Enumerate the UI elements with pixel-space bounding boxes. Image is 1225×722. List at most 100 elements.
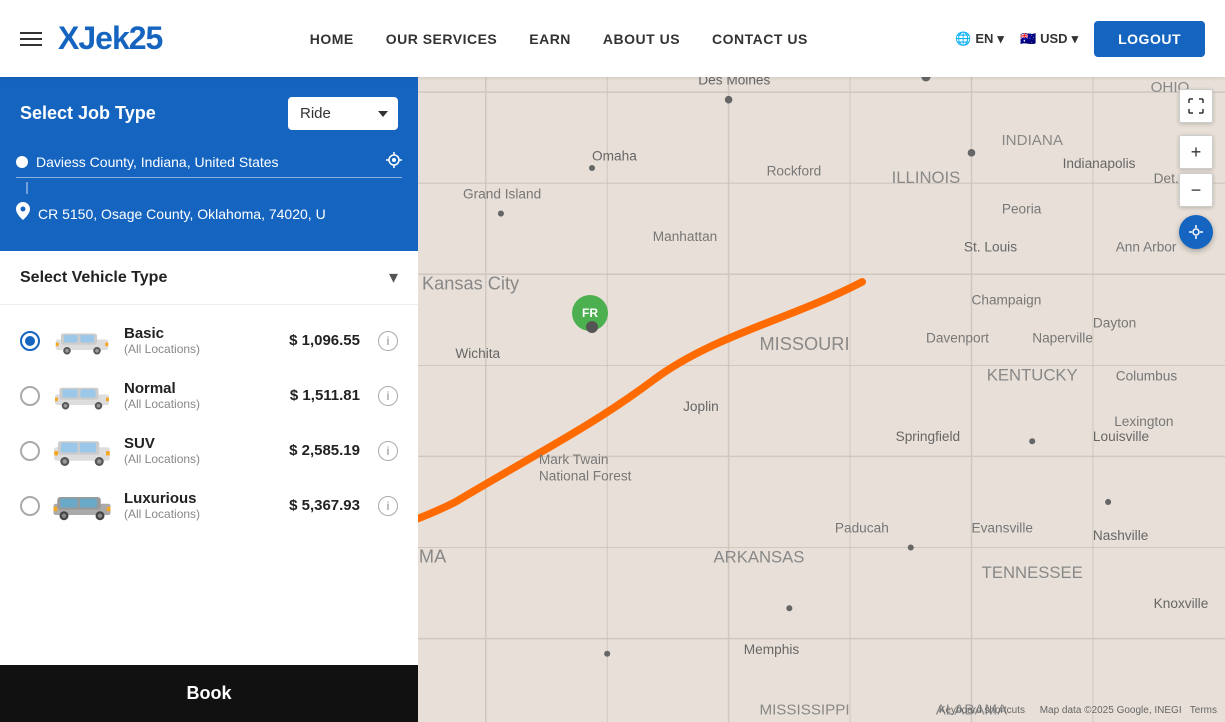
keyboard-shortcuts[interactable]: Keyboard shortcuts <box>939 705 1025 716</box>
normal-info-icon[interactable]: i <box>378 386 398 406</box>
vehicle-type-header[interactable]: Select Vehicle Type ▾ <box>0 251 418 305</box>
svg-text:MISSOURI: MISSOURI <box>760 334 850 354</box>
logout-button[interactable]: LOGOUT <box>1094 21 1205 57</box>
svg-text:Omaha: Omaha <box>592 148 637 163</box>
svg-text:National Forest: National Forest <box>539 469 632 484</box>
basic-info-icon[interactable]: i <box>378 331 398 351</box>
basic-vehicle-info: Basic (All Locations) <box>124 325 277 356</box>
logo-accent: 25 <box>129 20 163 56</box>
gps-icon[interactable] <box>386 152 402 171</box>
currency-label: USD <box>1040 31 1067 46</box>
luxurious-info-icon[interactable]: i <box>378 496 398 516</box>
destination-pin-icon <box>16 202 30 225</box>
vehicle-options: Basic (All Locations) $ 1,096.55 i <box>0 305 418 541</box>
svg-text:MISSISSIPPI: MISSISSIPPI <box>759 701 849 718</box>
luxurious-vehicle-sub: (All Locations) <box>124 507 277 521</box>
normal-car-icon <box>52 381 112 411</box>
book-button[interactable]: Book <box>0 665 418 722</box>
suv-vehicle-name: SUV <box>124 435 277 452</box>
vehicle-option-suv[interactable]: SUV (All Locations) $ 2,585.19 i <box>0 423 418 478</box>
svg-text:Evansville: Evansville <box>971 520 1032 535</box>
svg-text:Champaign: Champaign <box>971 293 1041 308</box>
suv-vehicle-price: $ 2,585.19 <box>289 442 360 459</box>
svg-text:Indianapolis: Indianapolis <box>1063 156 1136 171</box>
suv-vehicle-sub: (All Locations) <box>124 452 277 466</box>
nav-about[interactable]: ABOUT US <box>603 31 680 47</box>
svg-text:Springfield: Springfield <box>896 429 961 444</box>
svg-text:Columbus: Columbus <box>1116 369 1178 384</box>
basic-vehicle-price: $ 1,096.55 <box>289 332 360 349</box>
header: XJek25 HOME OUR SERVICES EARN ABOUT US C… <box>0 0 1225 77</box>
svg-text:Memphis: Memphis <box>744 642 800 657</box>
book-section: Book <box>0 665 418 722</box>
svg-text:Wichita: Wichita <box>455 346 500 361</box>
radio-basic[interactable] <box>20 331 40 351</box>
nav-contact[interactable]: CONTACT US <box>712 31 808 47</box>
from-input-wrapper <box>16 146 402 178</box>
normal-vehicle-price: $ 1,511.81 <box>290 387 360 404</box>
fullscreen-button[interactable] <box>1179 89 1213 123</box>
suv-car-icon <box>52 436 112 466</box>
from-input[interactable] <box>36 154 378 170</box>
currency-flag: 🇦🇺 <box>1020 31 1036 47</box>
minus-icon: − <box>1191 180 1202 201</box>
job-type-select[interactable]: Ride Delivery Courier <box>288 97 398 130</box>
nav-services[interactable]: OUR SERVICES <box>386 31 498 47</box>
location-button[interactable] <box>1179 215 1213 249</box>
hamburger-menu[interactable] <box>20 32 42 46</box>
vehicle-option-luxurious[interactable]: Luxurious (All Locations) $ 5,367.93 i <box>0 478 418 533</box>
suv-info-icon[interactable]: i <box>378 441 398 461</box>
side-panel: Select Job Type Ride Delivery Courier <box>0 77 418 722</box>
suv-vehicle-info: SUV (All Locations) <box>124 435 277 466</box>
logo-text: XJek <box>58 20 129 56</box>
currency-chevron: ▾ <box>1072 31 1079 47</box>
basic-car-icon <box>52 326 112 356</box>
nav-home[interactable]: HOME <box>310 31 354 47</box>
vehicle-option-normal[interactable]: Normal (All Locations) $ 1,511.81 i <box>0 368 418 423</box>
svg-text:Manhattan: Manhattan <box>653 229 718 244</box>
basic-vehicle-sub: (All Locations) <box>124 342 277 356</box>
svg-text:KENTUCKY: KENTUCKY <box>987 366 1078 385</box>
svg-text:Joplin: Joplin <box>683 399 719 414</box>
normal-vehicle-sub: (All Locations) <box>124 397 278 411</box>
zoom-in-button[interactable]: + <box>1179 135 1213 169</box>
svg-text:INDIANA: INDIANA <box>1001 132 1063 149</box>
svg-text:Paducah: Paducah <box>835 520 889 535</box>
chevron-down-icon: ▾ <box>389 267 398 288</box>
job-type-section: Select Job Type Ride Delivery Courier <box>0 77 418 146</box>
to-input[interactable] <box>38 206 402 222</box>
vehicle-section-label: Select Vehicle Type <box>20 269 167 287</box>
svg-text:Dayton: Dayton <box>1093 315 1136 330</box>
plus-icon: + <box>1191 142 1202 163</box>
normal-vehicle-info: Normal (All Locations) <box>124 380 278 411</box>
luxurious-vehicle-name: Luxurious <box>124 490 277 507</box>
header-left: XJek25 <box>20 20 162 57</box>
svg-text:Peoria: Peoria <box>1002 202 1042 217</box>
radio-luxurious[interactable] <box>20 496 40 516</box>
svg-text:Knoxville: Knoxville <box>1154 596 1209 611</box>
language-selector[interactable]: 🌐 EN ▾ <box>955 31 1004 47</box>
zoom-out-button[interactable]: − <box>1179 173 1213 207</box>
logo[interactable]: XJek25 <box>58 20 162 57</box>
currency-selector[interactable]: 🇦🇺 USD ▾ <box>1020 31 1078 47</box>
nav-earn[interactable]: EARN <box>529 31 571 47</box>
terms-link[interactable]: Terms <box>1190 705 1217 716</box>
svg-text:Kansas City: Kansas City <box>422 273 520 293</box>
to-input-wrapper <box>16 196 402 231</box>
svg-text:Des Moines: Des Moines <box>698 77 770 88</box>
radio-normal[interactable] <box>20 386 40 406</box>
vehicle-option-basic[interactable]: Basic (All Locations) $ 1,096.55 i <box>0 313 418 368</box>
job-type-label: Select Job Type <box>20 103 156 124</box>
main-nav: HOME OUR SERVICES EARN ABOUT US CONTACT … <box>310 31 808 47</box>
svg-text:TENNESSEE: TENNESSEE <box>982 563 1083 582</box>
radio-suv[interactable] <box>20 441 40 461</box>
basic-vehicle-name: Basic <box>124 325 277 342</box>
svg-text:St. Louis: St. Louis <box>964 239 1017 254</box>
svg-text:ARKANSAS: ARKANSAS <box>714 548 805 567</box>
svg-text:Naperville: Naperville <box>1032 331 1093 346</box>
luxurious-car-icon <box>52 491 112 521</box>
map-attribution: Map data ©2025 Google, INEGI Terms <box>1040 705 1217 716</box>
luxurious-vehicle-price: $ 5,367.93 <box>289 497 360 514</box>
location-section <box>0 146 418 251</box>
luxurious-vehicle-info: Luxurious (All Locations) <box>124 490 277 521</box>
